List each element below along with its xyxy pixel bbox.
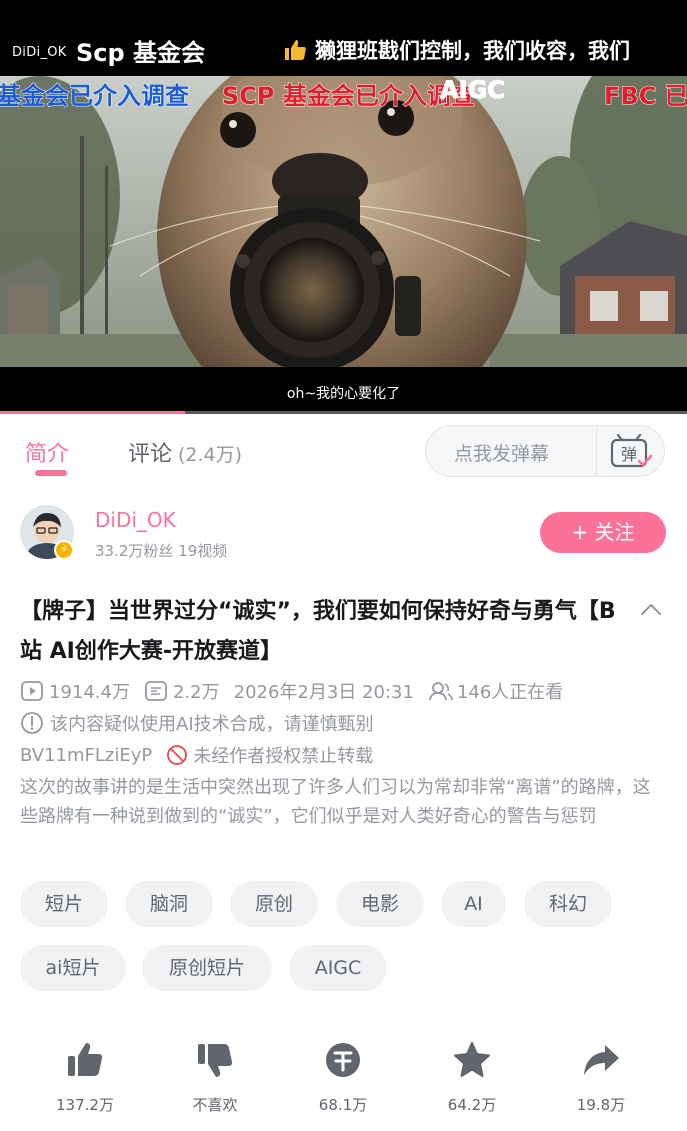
danmaku-top: 獭狸班戡们控制，我们收容，我们 (283, 35, 630, 65)
copyright-text: 未经作者授权禁止转载 (193, 746, 374, 767)
bvid-row: BV11mFLziEyP 未经作者授权禁止转载 (20, 742, 373, 768)
tab-bar: 简介 评论 (2.4万) 点我发弹幕 弹 (0, 414, 687, 490)
dislike-button[interactable]: 不喜欢 (160, 1040, 270, 1115)
danmaku-lane: 基金会已介入调查 SCP 基金会已介入调查 AIGC FBC 已 (0, 76, 687, 111)
uploader-stats: 33.2万粉丝 19视频 (95, 542, 228, 560)
tag-item[interactable]: ai短片 (20, 945, 126, 991)
tag-item[interactable]: 科幻 (524, 881, 612, 927)
video-watermark: DiDi_OK (12, 45, 67, 60)
favorite-button[interactable]: 64.2万 (417, 1040, 527, 1115)
warning-icon (21, 712, 43, 734)
favorite-count: 64.2万 (447, 1096, 497, 1114)
danmaku-count-icon (145, 681, 167, 701)
video-description: 这次的故事讲的是生活中突然出现了许多人们习以为常却非常“离谱”的路牌，这些路牌有… (20, 777, 651, 827)
thumb-up-icon (285, 40, 306, 60)
like-button[interactable]: 137.2万 (30, 1040, 140, 1115)
coin-icon (326, 1043, 360, 1077)
thumb-up-icon (68, 1043, 103, 1076)
tab-active-indicator (35, 470, 67, 476)
video-player[interactable]: DiDi_OK Scp 基金会 獭狸班戡们控制，我们收容，我们 基金会已介入调查… (0, 0, 687, 414)
danmaku-input[interactable]: 点我发弹幕 弹 (425, 425, 665, 477)
video-frame (0, 76, 687, 367)
share-button[interactable]: 19.8万 (546, 1040, 656, 1115)
tag-item[interactable]: 脑洞 (125, 881, 213, 927)
dislike-label: 不喜欢 (192, 1096, 238, 1114)
share-count: 19.8万 (576, 1096, 626, 1114)
danmaku-item: AIGC (440, 76, 506, 105)
publish-date: 2026年2月3日 20:31 (233, 682, 414, 703)
uploader-row: ⚡ DiDi_OK 33.2万粉丝 19视频 + 关注 (0, 500, 687, 570)
tag-item[interactable]: 短片 (20, 881, 108, 927)
danmaku-item: 基金会已介入调查 (0, 82, 190, 111)
video-title: 【牌子】当世界过分“诚实”，我们要如何保持好奇与勇气【B站 AI创作大赛-开放赛… (20, 599, 616, 664)
bvid-text[interactable]: BV11mFLziEyP (20, 745, 152, 766)
tab-comments-label: 评论 (128, 442, 173, 467)
tag-item[interactable]: 原创短片 (142, 945, 272, 991)
tag-item[interactable]: AIGC (289, 945, 387, 991)
uploader-name[interactable]: DiDi_OK (95, 508, 176, 532)
tag-item[interactable]: 电影 (336, 881, 424, 927)
ai-notice-text: 该内容疑似使用AI技术合成，请谨慎甄别 (50, 714, 374, 735)
like-count: 137.2万 (56, 1096, 114, 1114)
danmaku-toggle-glyph: 弹 (621, 445, 637, 464)
no-repost-icon (167, 745, 188, 765)
play-count-icon (21, 681, 43, 701)
otter-scope-scene (0, 76, 687, 367)
view-count: 1914.4万 (49, 682, 130, 703)
viewers-icon (429, 682, 453, 701)
chevron-up-icon[interactable] (638, 597, 664, 623)
star-icon (454, 1042, 490, 1077)
tab-intro[interactable]: 简介 (25, 436, 69, 468)
danmaku-top-text: 獭狸班戡们控制，我们收容，我们 (315, 39, 630, 63)
follow-button[interactable]: + 关注 (540, 512, 666, 553)
watching-count: 146人正在看 (456, 682, 564, 703)
danmaku-toggle-icon[interactable]: 弹 (606, 434, 654, 470)
danmaku-count: 2.2万 (172, 682, 220, 703)
coin-button[interactable]: 68.1万 (288, 1040, 398, 1115)
danmaku-item: SCP 基金会已介入调查 (222, 82, 476, 111)
ai-notice-row: 该内容疑似使用AI技术合成，请谨慎甄别 (20, 710, 374, 736)
tab-comments-count: (2.4万) (178, 444, 243, 466)
verified-badge-icon: ⚡ (54, 540, 74, 560)
danmaku-input-placeholder: 点我发弹幕 (454, 443, 550, 465)
danmaku-divider (596, 426, 597, 476)
thumb-down-icon (198, 1044, 233, 1077)
coin-count: 68.1万 (318, 1096, 368, 1114)
tag-item[interactable]: AI (441, 881, 506, 927)
tab-comments[interactable]: 评论 (2.4万) (128, 436, 242, 468)
video-stats-row: 1914.4万 2.2万 2026年2月3日 20:31 146人正在看 (20, 678, 563, 704)
tag-item[interactable]: 原创 (230, 881, 318, 927)
danmaku-item: FBC 已 (604, 82, 687, 111)
share-icon (584, 1045, 619, 1075)
video-channel-text: Scp 基金会 (76, 39, 206, 67)
video-subtitle: oh~我的心要化了 (286, 386, 401, 402)
